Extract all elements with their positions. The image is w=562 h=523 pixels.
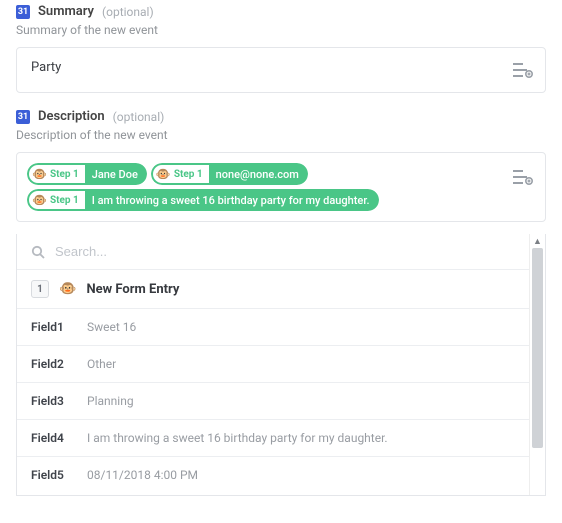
summary-title: Summary bbox=[38, 4, 94, 19]
scroll-thumb[interactable] bbox=[532, 248, 543, 448]
data-tag[interactable]: 🐵Step 1 Jane Doe bbox=[27, 163, 147, 185]
search-icon bbox=[31, 245, 45, 259]
scrollbar[interactable]: ▲ bbox=[529, 234, 545, 495]
field-row[interactable]: Field3 Planning bbox=[17, 383, 529, 420]
field-value: Planning bbox=[87, 394, 134, 408]
field-name: Field4 bbox=[31, 431, 87, 445]
field-row[interactable]: Field5 08/11/2018 4:00 PM bbox=[17, 457, 529, 493]
field-picker: 1 🐵 New Form Entry Field1 Sweet 16 Field… bbox=[16, 234, 546, 496]
description-hint: Description of the new event bbox=[16, 128, 546, 142]
scroll-up-icon[interactable]: ▲ bbox=[530, 234, 545, 248]
summary-input[interactable]: Party bbox=[16, 47, 546, 93]
form-icon: 🐵 bbox=[32, 193, 47, 207]
description-section: 31 Description (optional) Description of… bbox=[0, 105, 562, 234]
entry-header[interactable]: 1 🐵 New Form Entry bbox=[17, 270, 529, 309]
field-value: 08/11/2018 4:00 PM bbox=[87, 468, 198, 482]
description-tags: 🐵Step 1 Jane Doe 🐵Step 1 none@none.com 🐵… bbox=[27, 163, 497, 211]
summary-section: 31 Summary (optional) Summary of the new… bbox=[0, 0, 562, 105]
insert-data-icon[interactable] bbox=[509, 163, 537, 191]
form-icon: 🐵 bbox=[156, 167, 171, 181]
field-row[interactable]: Field1 Sweet 16 bbox=[17, 309, 529, 346]
field-picker-body: 1 🐵 New Form Entry Field1 Sweet 16 Field… bbox=[17, 234, 529, 495]
data-tag[interactable]: 🐵Step 1 I am throwing a sweet 16 birthda… bbox=[27, 189, 379, 211]
description-label-row: 31 Description (optional) bbox=[16, 109, 546, 124]
entry-title: New Form Entry bbox=[86, 282, 179, 297]
form-icon: 🐵 bbox=[59, 281, 76, 297]
summary-value: Party bbox=[31, 60, 61, 75]
field-value: Other bbox=[87, 357, 116, 371]
field-name: Field2 bbox=[31, 357, 87, 371]
data-tag[interactable]: 🐵Step 1 none@none.com bbox=[151, 163, 308, 185]
field-row[interactable]: Field4 I am throwing a sweet 16 birthday… bbox=[17, 420, 529, 457]
description-input[interactable]: 🐵Step 1 Jane Doe 🐵Step 1 none@none.com 🐵… bbox=[16, 152, 546, 222]
field-name: Field1 bbox=[31, 320, 87, 334]
calendar-icon: 31 bbox=[16, 5, 30, 19]
summary-optional: (optional) bbox=[102, 5, 154, 19]
field-value: I am throwing a sweet 16 birthday party … bbox=[87, 431, 388, 445]
summary-label-row: 31 Summary (optional) bbox=[16, 4, 546, 19]
calendar-icon: 31 bbox=[16, 110, 30, 124]
field-name: Field5 bbox=[31, 468, 87, 482]
search-input[interactable] bbox=[55, 244, 515, 259]
form-icon: 🐵 bbox=[32, 167, 47, 181]
field-row[interactable]: Field2 Other bbox=[17, 346, 529, 383]
insert-data-icon[interactable] bbox=[509, 56, 537, 84]
entry-number: 1 bbox=[31, 280, 49, 298]
search-row bbox=[17, 234, 529, 270]
description-title: Description bbox=[38, 109, 105, 124]
summary-hint: Summary of the new event bbox=[16, 23, 546, 37]
field-name: Field3 bbox=[31, 394, 87, 408]
field-value: Sweet 16 bbox=[87, 320, 136, 334]
description-optional: (optional) bbox=[113, 110, 165, 124]
